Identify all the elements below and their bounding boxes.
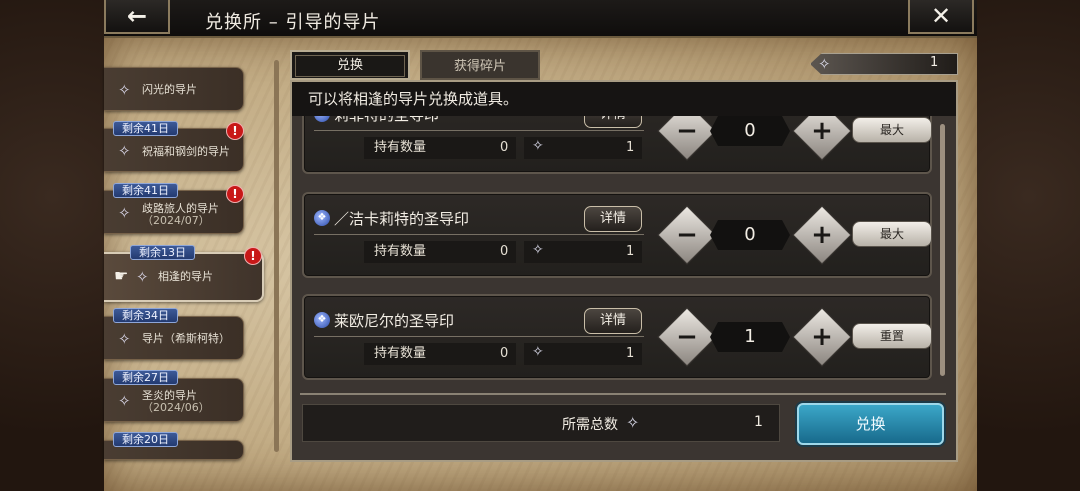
guide-gem-icon: ✧ <box>118 330 131 348</box>
days-remaining-badge: 剩余41日 <box>113 121 178 136</box>
required-count: 1 <box>626 346 635 361</box>
sidebar-item-label: 导片（希斯柯特） <box>142 332 230 345</box>
page-title: 兑换所 – 引导的导片 <box>205 12 381 33</box>
quantity-value: 0 <box>710 116 790 146</box>
sidebar-item-label: 相逢的导片 <box>158 270 213 283</box>
guide-gem-icon: ✧ <box>532 138 544 154</box>
minus-icon: − <box>676 220 698 250</box>
sidebar-scrollbar[interactable] <box>274 60 279 452</box>
guide-gem-icon: ✧ <box>136 268 149 286</box>
owned-label: 持有数量 <box>364 137 516 159</box>
tab-get-fragments[interactable]: 获得碎片 <box>420 50 540 80</box>
guide-gem-icon: ✧ <box>532 242 544 258</box>
minus-icon: − <box>676 116 698 146</box>
decrease-button[interactable]: − <box>657 307 717 367</box>
guide-gem-icon: ✧ <box>118 392 131 410</box>
details-button[interactable]: 详情 <box>584 308 642 334</box>
alert-icon: ! <box>244 247 262 265</box>
item-list-scrollbar[interactable] <box>940 124 945 376</box>
reset-button[interactable]: 重置 <box>852 323 932 349</box>
required-count: 1 <box>626 244 635 259</box>
currency-value: 1 <box>930 55 939 70</box>
seal-item-icon: ❖ <box>314 116 330 122</box>
item-title: ／洁卡莉特的圣导印 <box>334 210 470 228</box>
sidebar-item-sublabel: （2024/07） <box>142 214 210 227</box>
guide-gem-icon: ✧ <box>118 204 131 222</box>
right-background <box>977 0 1080 491</box>
owned-count: 0 <box>500 140 509 155</box>
sidebar-item-flash-guide[interactable]: ✧ 闪光的导片 <box>104 67 244 111</box>
required-count: 1 <box>626 140 635 155</box>
seal-item-icon: ❖ <box>314 210 330 226</box>
pointer-hand-icon: ☛ <box>114 266 129 285</box>
back-button[interactable]: ← <box>104 0 170 34</box>
guide-gem-icon: ✧ <box>118 142 131 160</box>
days-remaining-badge: 剩余34日 <box>113 308 178 323</box>
alert-icon: ! <box>226 122 244 140</box>
owned-count: 0 <box>500 346 509 361</box>
max-button[interactable]: 最大 <box>852 221 932 247</box>
increase-button[interactable]: + <box>792 307 852 367</box>
max-button[interactable]: 最大 <box>852 117 932 143</box>
owned-label: 持有数量 <box>364 241 516 263</box>
details-button[interactable]: 详情 <box>584 116 642 128</box>
footer-divider <box>300 393 946 395</box>
owned-count: 0 <box>500 244 509 259</box>
sidebar-item-label: 祝福和钢剑的导片 <box>142 145 230 158</box>
quantity-value: 1 <box>710 322 790 352</box>
total-required-bar <box>302 404 780 442</box>
close-button[interactable]: ✕ <box>908 0 974 34</box>
seal-item-icon: ❖ <box>314 312 330 328</box>
divider <box>314 130 644 131</box>
details-button[interactable]: 详情 <box>584 206 642 232</box>
item-list[interactable]: ❖ 莉菲特的圣导印 详情 持有数量 0 ✧ 1 − 0 + 最大 ❖ ／洁卡莉特… <box>292 116 956 384</box>
tab-exchange-label: 兑换 <box>295 55 405 77</box>
guide-gem-icon: ✧ <box>532 344 544 360</box>
divider <box>314 234 644 235</box>
divider <box>314 336 644 337</box>
description-text: 可以将相逢的导片兑换成道具。 <box>292 82 956 116</box>
quantity-value: 0 <box>710 220 790 250</box>
exchange-button[interactable]: 兑换 <box>797 403 944 445</box>
total-required-label: 所需总数 <box>562 417 618 433</box>
sidebar-item-sublabel: （2024/06） <box>142 401 210 414</box>
left-background <box>0 0 104 491</box>
exchange-item-card: ❖ ／洁卡莉特的圣导印 详情 持有数量 0 ✧ 1 − 0 + 最大 <box>302 192 932 278</box>
back-arrow-icon: ← <box>126 2 148 30</box>
guide-gem-icon: ✧ <box>818 55 831 73</box>
increase-button[interactable]: + <box>792 116 852 161</box>
days-remaining-badge: 剩余27日 <box>113 370 178 385</box>
minus-icon: − <box>676 322 698 352</box>
plus-icon: + <box>811 322 833 352</box>
days-remaining-badge: 剩余41日 <box>113 183 178 198</box>
increase-button[interactable]: + <box>792 205 852 265</box>
total-required-value: 1 <box>754 414 763 430</box>
exchange-item-card: ❖ 莉菲特的圣导印 详情 持有数量 0 ✧ 1 − 0 + 最大 <box>302 116 932 174</box>
alert-icon: ! <box>226 185 244 203</box>
item-title: 莉菲特的圣导印 <box>334 116 439 125</box>
plus-icon: + <box>811 220 833 250</box>
plus-icon: + <box>811 116 833 146</box>
owned-label: 持有数量 <box>364 343 516 365</box>
days-remaining-badge: 剩余13日 <box>130 245 195 260</box>
sidebar-item-label: 闪光的导片 <box>142 83 197 96</box>
days-remaining-badge: 剩余20日 <box>113 432 178 447</box>
close-icon: ✕ <box>930 2 952 30</box>
guide-gem-icon: ✧ <box>626 413 640 432</box>
decrease-button[interactable]: − <box>657 116 717 161</box>
guide-gem-icon: ✧ <box>118 81 131 99</box>
item-title: 莱欧尼尔的圣导印 <box>334 312 455 330</box>
tab-exchange[interactable]: 兑换 <box>290 50 410 80</box>
exchange-item-card: ❖ 莱欧尼尔的圣导印 详情 持有数量 0 ✧ 1 − 1 + 重置 <box>302 294 932 380</box>
decrease-button[interactable]: − <box>657 205 717 265</box>
